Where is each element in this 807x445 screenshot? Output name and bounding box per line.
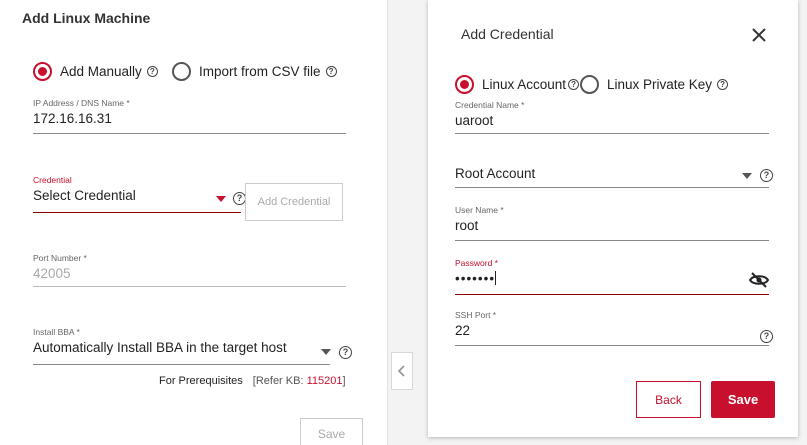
ip-address-field[interactable]: IP Address / DNS Name * 172.16.16.31: [33, 98, 346, 134]
linux-account-radio[interactable]: Linux Account ?: [455, 75, 580, 94]
password-field[interactable]: Password * •••••••: [455, 258, 769, 295]
port-number-label: Port Number *: [33, 253, 87, 263]
help-icon[interactable]: ?: [760, 169, 773, 182]
save-button[interactable]: Save: [711, 381, 775, 418]
add-linux-machine-panel: Add Linux Machine Add Manually ? Import …: [0, 0, 388, 445]
linux-private-key-label: Linux Private Key: [607, 77, 713, 92]
radio-unselected-icon: [580, 75, 599, 94]
import-csv-label: Import from CSV file: [199, 64, 321, 79]
credential-value: Select Credential: [33, 188, 136, 203]
ssh-port-label: SSH Port *: [455, 310, 497, 320]
field-underline: [455, 240, 769, 241]
collapse-panel-button[interactable]: [391, 352, 413, 390]
chevron-left-icon: [397, 365, 405, 377]
dialog-title: Add Credential: [461, 26, 554, 42]
user-name-value[interactable]: root: [455, 218, 769, 233]
kb-suffix: ]: [342, 375, 346, 387]
ssh-port-field[interactable]: SSH Port * 22 ?: [455, 310, 773, 346]
kb-prefix: [Refer KB:: [252, 375, 307, 387]
user-name-field[interactable]: User Name * root: [455, 205, 769, 241]
chevron-down-icon[interactable]: [321, 349, 331, 355]
field-underline: [33, 286, 346, 287]
password-value[interactable]: •••••••: [455, 271, 769, 286]
credential-name-label: Credential Name *: [455, 100, 525, 110]
account-type-select[interactable]: Root Account ?: [455, 163, 773, 188]
help-icon[interactable]: ?: [568, 79, 580, 90]
account-type-value: Root Account: [455, 166, 536, 181]
add-manually-radio[interactable]: Add Manually ?: [33, 62, 158, 81]
ip-address-label: IP Address / DNS Name *: [33, 98, 130, 108]
radio-unselected-icon: [172, 62, 191, 81]
port-number-value[interactable]: 42005: [33, 266, 346, 281]
help-icon[interactable]: ?: [325, 66, 337, 77]
radio-selected-icon: [455, 75, 474, 94]
help-icon[interactable]: ?: [760, 330, 773, 343]
field-underline: [33, 364, 330, 365]
save-button-left[interactable]: Save: [300, 418, 363, 445]
add-manually-label: Add Manually: [60, 64, 142, 79]
radio-selected-icon: [33, 62, 52, 81]
field-underline: [33, 211, 241, 213]
field-underline: [455, 133, 769, 134]
field-underline: [455, 293, 769, 295]
panel-title: Add Linux Machine: [22, 10, 151, 26]
prerequisites-text: For Prerequisites: [159, 375, 243, 387]
ip-address-value[interactable]: 172.16.16.31: [33, 111, 346, 126]
prerequisites-note: For Prerequisites [Refer KB: 115201]: [159, 375, 346, 387]
install-bba-label: Install BBA *: [33, 327, 80, 337]
close-icon[interactable]: [750, 26, 768, 44]
credential-select[interactable]: Credential Select Credential: [33, 175, 241, 213]
field-underline: [33, 133, 346, 134]
text-cursor: [495, 271, 497, 285]
eye-off-icon[interactable]: [749, 272, 769, 288]
user-name-label: User Name *: [455, 205, 504, 215]
add-credential-button[interactable]: Add Credential: [245, 183, 343, 221]
add-credential-dialog: Add Credential Linux Account ? Linux Pri…: [428, 0, 798, 437]
chevron-down-icon[interactable]: [216, 196, 226, 202]
kb-link[interactable]: 115201: [307, 375, 343, 387]
help-icon[interactable]: ?: [339, 346, 352, 359]
import-csv-radio[interactable]: Import from CSV file ?: [172, 62, 337, 81]
port-number-field[interactable]: Port Number * 42005: [33, 253, 346, 287]
linux-account-label: Linux Account: [482, 77, 567, 92]
credential-name-field[interactable]: Credential Name * uaroot: [455, 100, 769, 134]
help-icon[interactable]: ?: [146, 66, 158, 77]
password-dots: •••••••: [455, 271, 496, 286]
credential-name-value[interactable]: uaroot: [455, 113, 769, 128]
install-bba-select[interactable]: Install BBA * Automatically Install BBA …: [33, 327, 331, 365]
chevron-down-icon[interactable]: [742, 173, 752, 179]
linux-private-key-radio[interactable]: Linux Private Key ?: [580, 75, 729, 94]
field-underline: [455, 187, 769, 188]
back-button[interactable]: Back: [636, 381, 701, 418]
ssh-port-value[interactable]: 22: [455, 323, 769, 338]
install-bba-value: Automatically Install BBA in the target …: [33, 340, 287, 355]
field-underline: [455, 345, 769, 346]
credential-label: Credential: [33, 175, 72, 185]
password-label: Password *: [455, 258, 498, 268]
help-icon[interactable]: ?: [717, 79, 729, 90]
